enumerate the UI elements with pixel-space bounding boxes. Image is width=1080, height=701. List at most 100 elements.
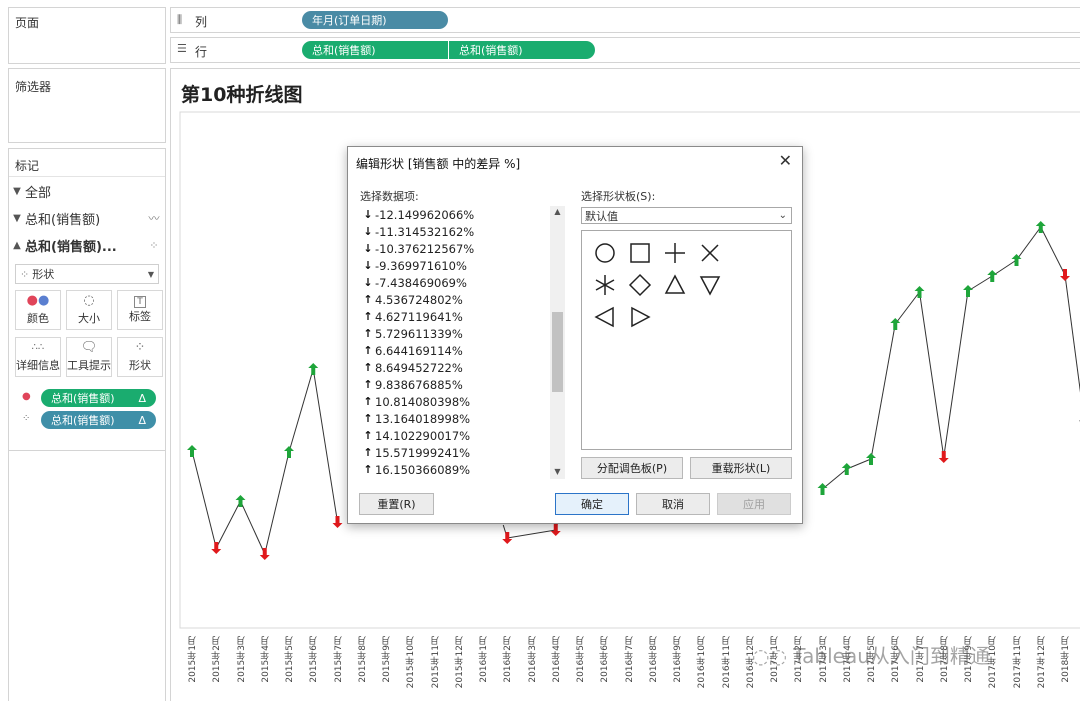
- marks-row-sales-1[interactable]: ▼ 总和(销售额) 〰: [9, 206, 164, 230]
- left-pane-filler: [8, 451, 166, 701]
- arrow-down-icon: ↓: [363, 276, 373, 289]
- label-button[interactable]: T 标签: [117, 290, 163, 330]
- arrow-up-icon: ↑: [363, 327, 373, 340]
- x-tick-label: 2016年7月: [624, 636, 635, 683]
- dialog-title: 编辑形状 [销售额 中的差异 %]: [356, 157, 521, 171]
- reset-shapes-button[interactable]: 重载形状(L): [690, 457, 792, 479]
- data-item[interactable]: ↑ 15.571999241%: [359, 444, 549, 461]
- shape-asterisk-icon[interactable]: [588, 269, 622, 301]
- wechat-icon: ◌◌: [752, 644, 787, 668]
- scroll-down-icon[interactable]: ▼: [550, 467, 565, 476]
- marks-row-sales-2[interactable]: ▲ 总和(销售额)... ⁘: [9, 233, 164, 257]
- data-item[interactable]: ↑ 10.814080398%: [359, 393, 549, 410]
- data-item[interactable]: ↑ 8.649452722%: [359, 359, 549, 376]
- list-scrollbar[interactable]: ▲ ▼: [550, 206, 565, 479]
- x-tick-label: 2015年10月: [406, 636, 417, 689]
- arrow-up-icon: ↑: [363, 395, 373, 408]
- size-button-label: 大小: [78, 312, 100, 325]
- shape-encoding-pill[interactable]: 总和(销售额) Δ: [41, 411, 156, 429]
- cancel-button[interactable]: 取消: [636, 493, 710, 515]
- data-item-value: 15.571999241%: [375, 445, 471, 460]
- pill-label: 总和(销售额): [459, 44, 523, 57]
- label-button-label: 标签: [129, 310, 151, 323]
- arrow-down-icon: ↓: [363, 208, 373, 221]
- data-items-list[interactable]: ↓ -12.149962066% ↓ -11.314532162% ↓ -10.37621…: [359, 206, 565, 479]
- data-item[interactable]: ↓ -12.149962066%: [359, 206, 549, 223]
- apply-button[interactable]: 应用: [717, 493, 791, 515]
- data-item-value: 16.150366089%: [375, 462, 471, 477]
- data-item[interactable]: ↓ -10.376212567%: [359, 240, 549, 257]
- shape-button[interactable]: ⁘ 形状: [117, 337, 163, 377]
- x-tick-label: 2016年2月: [503, 636, 514, 683]
- x-tick-label: 2015年6月: [309, 636, 320, 683]
- x-tick-label: 2016年4月: [551, 636, 562, 683]
- watermark-text: Tableau从入门到精通: [793, 644, 990, 668]
- data-item[interactable]: ↑ 6.644169114%: [359, 342, 549, 359]
- chevron-down-icon: ⌄: [778, 210, 787, 221]
- shape-plus-icon[interactable]: [658, 237, 692, 269]
- mark-type-dropdown[interactable]: ⁘ 形状 ▼: [15, 264, 159, 284]
- arrow-up-icon: ↑: [363, 378, 373, 391]
- color-encoding-icon: ●: [22, 391, 31, 402]
- x-tick-label: 2017年11月: [1012, 636, 1023, 689]
- data-item[interactable]: ↑ 4.627119641%: [359, 308, 549, 325]
- data-item[interactable]: ↑ 16.150366089%: [359, 461, 549, 478]
- x-tick-label: 2018年1月: [1061, 636, 1071, 683]
- shape-triangle-up-icon[interactable]: [658, 269, 692, 301]
- tooltip-button[interactable]: 🗨 工具提示: [66, 337, 112, 377]
- scroll-up-icon[interactable]: ▲: [550, 207, 565, 216]
- marks-row-label: 总和(销售额)...: [25, 239, 117, 255]
- palette-select[interactable]: 默认值 ⌄: [581, 207, 792, 224]
- data-item[interactable]: ↑ 9.838676885%: [359, 376, 549, 393]
- detail-button[interactable]: ∴∴ 详细信息: [15, 337, 61, 377]
- color-button[interactable]: ●● 颜色: [15, 290, 61, 330]
- size-button[interactable]: ◌ 大小: [66, 290, 112, 330]
- column-pill[interactable]: 年月(订单日期): [302, 11, 448, 29]
- pill-label: 总和(销售额): [51, 392, 115, 405]
- arrow-down-icon: ↓: [363, 259, 373, 272]
- detail-button-label: 详细信息: [16, 359, 60, 372]
- data-item[interactable]: ↑ 4.536724802%: [359, 291, 549, 308]
- x-tick-label: 2015年2月: [212, 636, 223, 683]
- size-circles-icon: ◌: [83, 293, 95, 308]
- chevron-up-icon: ▲: [13, 239, 21, 251]
- mark-type-value: 形状: [32, 268, 55, 281]
- columns-shelf[interactable]: ⫼ 列 年月(订单日期): [170, 7, 1080, 33]
- data-item[interactable]: ↑ 13.164018998%: [359, 410, 549, 427]
- shape-triangle-left-icon[interactable]: [588, 301, 622, 333]
- shapes-icon: ⁘: [20, 267, 30, 281]
- shape-triangle-down-icon[interactable]: [693, 269, 727, 301]
- data-item-value: 6.644169114%: [375, 343, 463, 358]
- data-item-value: 8.649452722%: [375, 360, 463, 375]
- data-item-value: -7.438469069%: [375, 275, 467, 290]
- data-item[interactable]: ↓ -9.369971610%: [359, 257, 549, 274]
- data-item[interactable]: ↓ -11.314532162%: [359, 223, 549, 240]
- row-pill-1[interactable]: 总和(销售额): [302, 41, 448, 59]
- shape-triangle-right-icon[interactable]: [623, 301, 657, 333]
- shape-square-icon[interactable]: [623, 237, 657, 269]
- x-tick-label: 2016年3月: [527, 636, 538, 683]
- data-item[interactable]: ↑ 5.729611339%: [359, 325, 549, 342]
- shape-circle-icon[interactable]: [588, 237, 622, 269]
- filters-panel[interactable]: 筛选器: [8, 68, 166, 143]
- close-icon[interactable]: ✕: [779, 151, 792, 170]
- marks-row-all[interactable]: ▼ 全部: [9, 179, 164, 203]
- shape-mark-icon: ⁘: [149, 238, 159, 252]
- x-tick-label: 2016年10月: [697, 636, 708, 689]
- row-pill-2[interactable]: 总和(销售额): [449, 41, 595, 59]
- data-item[interactable]: ↓ -7.438469069%: [359, 274, 549, 291]
- dropdown-arrow-icon: ▼: [147, 269, 154, 279]
- color-encoding-pill[interactable]: 总和(销售额) Δ: [41, 389, 156, 407]
- arrow-up-icon: ↑: [363, 344, 373, 357]
- reset-button[interactable]: 重置(R): [359, 493, 434, 515]
- shape-diamond-icon[interactable]: [623, 269, 657, 301]
- pill-label: 总和(销售额): [51, 414, 115, 427]
- data-item-value: -10.376212567%: [375, 241, 475, 256]
- shape-button-label: 形状: [129, 359, 151, 372]
- ok-button[interactable]: 确定: [555, 493, 629, 515]
- rows-shelf[interactable]: ☰ 行 总和(销售额) 总和(销售额): [170, 37, 1080, 63]
- scroll-thumb[interactable]: [552, 312, 563, 392]
- data-item[interactable]: ↑ 14.102290017%: [359, 427, 549, 444]
- shape-cross-icon[interactable]: [693, 237, 727, 269]
- assign-palette-button[interactable]: 分配调色板(P): [581, 457, 683, 479]
